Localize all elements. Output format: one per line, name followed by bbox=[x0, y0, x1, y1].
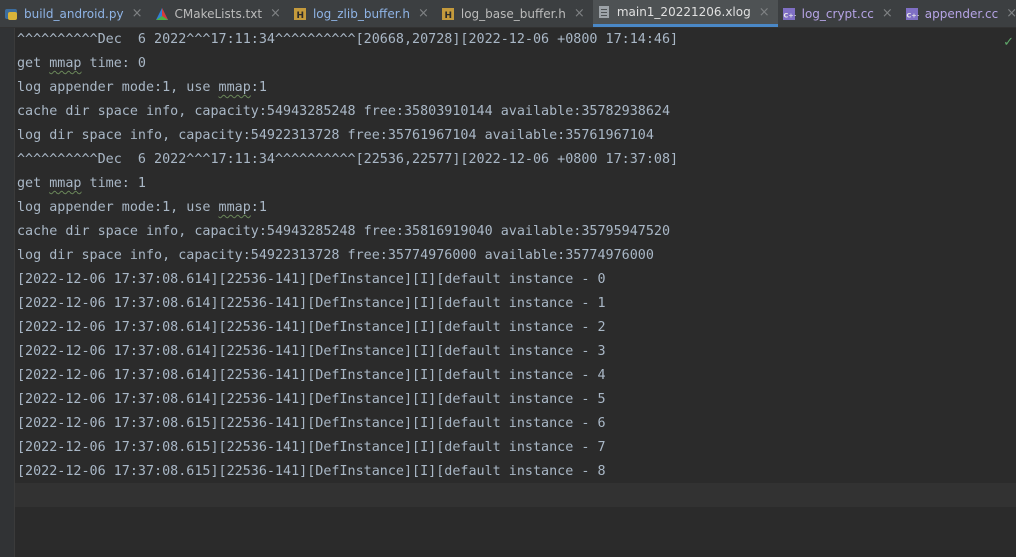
spell-check-underline: mmap bbox=[218, 80, 251, 95]
tab-build-android-py[interactable]: build_android.py × bbox=[0, 0, 151, 27]
tab-cmakelists-txt[interactable]: CMakeLists.txt × bbox=[151, 0, 289, 27]
code-line[interactable]: log dir space info, capacity:54922313728… bbox=[17, 124, 1006, 148]
tab-log-base-buffer-h[interactable]: H log_base_buffer.h × bbox=[437, 0, 593, 27]
tab-label: CMakeLists.txt bbox=[174, 6, 263, 21]
close-icon[interactable]: × bbox=[132, 7, 143, 20]
code-line[interactable]: [2022-12-06 17:37:08.614][22536-141][Def… bbox=[17, 292, 1006, 316]
editor-tab-bar: build_android.py × CMakeLists.txt × H lo… bbox=[0, 0, 1016, 28]
spell-check-underline: mmap bbox=[218, 200, 251, 215]
close-icon[interactable]: × bbox=[574, 7, 585, 20]
spell-check-underline: mmap bbox=[49, 56, 82, 71]
code-line[interactable]: cache dir space info, capacity:549432852… bbox=[17, 220, 1006, 244]
cpp-file-icon: C++ bbox=[782, 7, 796, 21]
cpp-file-icon: C++ bbox=[905, 7, 919, 21]
code-line[interactable]: ^^^^^^^^^^Dec 6 2022^^^17:11:34^^^^^^^^^… bbox=[17, 28, 1006, 52]
code-line[interactable]: get mmap time: 1 bbox=[17, 172, 1006, 196]
code-line[interactable]: [2022-12-06 17:37:08.615][22536-141][Def… bbox=[17, 412, 1006, 436]
spell-check-underline: mmap bbox=[49, 176, 82, 191]
python-file-icon bbox=[4, 7, 18, 21]
code-line[interactable]: log appender mode:1, use mmap:1 bbox=[17, 76, 1006, 100]
tab-label: main1_20221206.xlog bbox=[616, 5, 751, 19]
editor-gutter bbox=[0, 28, 15, 557]
code-line[interactable]: get mmap time: 0 bbox=[17, 52, 1006, 76]
tab-label: appender.cc bbox=[924, 6, 999, 21]
close-icon[interactable]: × bbox=[270, 7, 281, 20]
close-icon[interactable]: × bbox=[1006, 7, 1016, 20]
svg-text:H: H bbox=[444, 11, 452, 21]
code-line[interactable]: cache dir space info, capacity:549432852… bbox=[17, 100, 1006, 124]
code-line[interactable]: log dir space info, capacity:54922313728… bbox=[17, 244, 1006, 268]
code-line[interactable]: [2022-12-06 17:37:08.614][22536-141][Def… bbox=[17, 268, 1006, 292]
svg-text:C++: C++ bbox=[783, 11, 796, 19]
tab-log-crypt-cc[interactable]: C++ log_crypt.cc × bbox=[778, 0, 901, 27]
code-line[interactable]: [2022-12-06 17:37:08.614][22536-141][Def… bbox=[17, 316, 1006, 340]
tab-label: build_android.py bbox=[24, 6, 124, 21]
code-line[interactable]: ^^^^^^^^^^Dec 6 2022^^^17:11:34^^^^^^^^^… bbox=[17, 148, 1006, 172]
close-icon[interactable]: × bbox=[759, 6, 770, 19]
tab-appender-cc[interactable]: C++ appender.cc × bbox=[901, 0, 1016, 27]
text-file-icon bbox=[597, 5, 611, 19]
svg-text:C++: C++ bbox=[906, 11, 919, 19]
tab-label: log_crypt.cc bbox=[801, 6, 874, 21]
header-file-icon: H bbox=[293, 7, 307, 21]
svg-text:H: H bbox=[296, 11, 304, 21]
tab-label: log_zlib_buffer.h bbox=[312, 6, 410, 21]
cmake-file-icon bbox=[155, 7, 169, 21]
editor-lines[interactable]: ^^^^^^^^^^Dec 6 2022^^^17:11:34^^^^^^^^^… bbox=[17, 28, 1006, 484]
code-line[interactable]: [2022-12-06 17:37:08.614][22536-141][Def… bbox=[17, 388, 1006, 412]
code-line[interactable]: [2022-12-06 17:37:08.615][22536-141][Def… bbox=[17, 460, 1006, 484]
code-line[interactable]: [2022-12-06 17:37:08.614][22536-141][Def… bbox=[17, 364, 1006, 388]
code-line[interactable]: log appender mode:1, use mmap:1 bbox=[17, 196, 1006, 220]
close-icon[interactable]: × bbox=[418, 7, 429, 20]
tab-log-zlib-buffer-h[interactable]: H log_zlib_buffer.h × bbox=[289, 0, 437, 27]
code-line[interactable]: [2022-12-06 17:37:08.615][22536-141][Def… bbox=[17, 436, 1006, 460]
tab-main1-xlog[interactable]: main1_20221206.xlog × bbox=[592, 0, 778, 27]
tab-label: log_base_buffer.h bbox=[460, 6, 566, 21]
close-icon[interactable]: × bbox=[882, 7, 893, 20]
header-file-icon: H bbox=[441, 7, 455, 21]
editor-area[interactable]: ✓ ^^^^^^^^^^Dec 6 2022^^^17:11:34^^^^^^^… bbox=[0, 28, 1016, 557]
caret-line-highlight bbox=[15, 483, 1016, 507]
code-line[interactable]: [2022-12-06 17:37:08.614][22536-141][Def… bbox=[17, 340, 1006, 364]
